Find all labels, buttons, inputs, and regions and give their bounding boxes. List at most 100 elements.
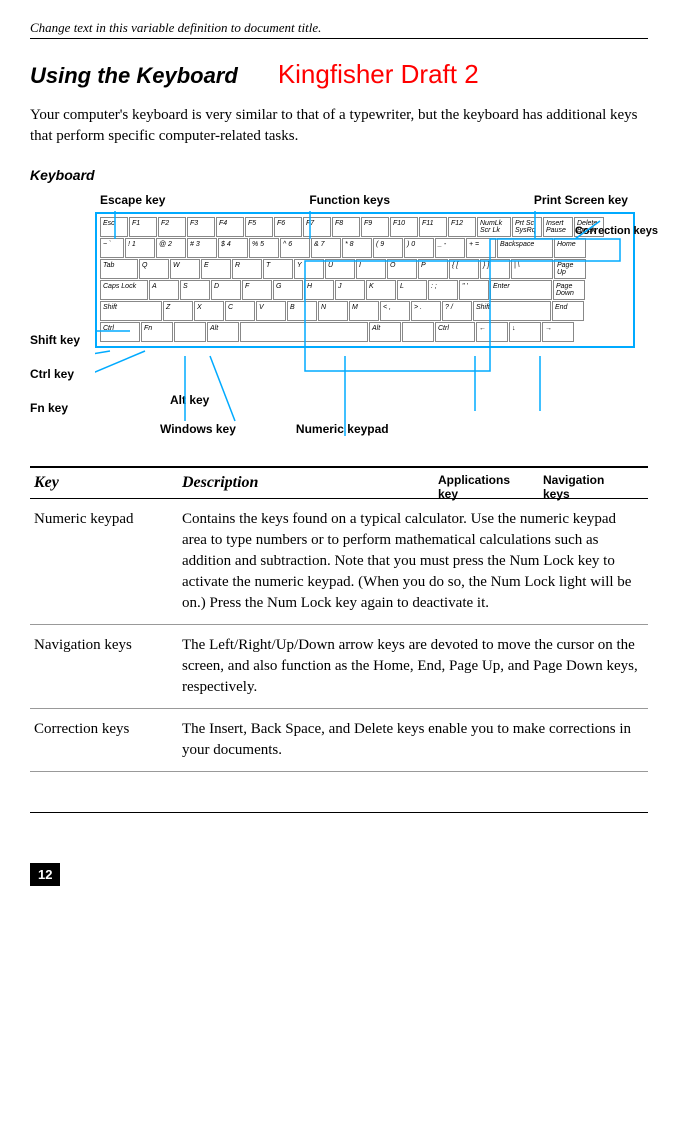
keyboard-key: $ 4 xyxy=(218,238,248,258)
keyboard-key: _ - xyxy=(435,238,465,258)
keyboard-key: F9 xyxy=(361,217,389,237)
keyboard-key: F6 xyxy=(274,217,302,237)
keyboard-key: C xyxy=(225,301,255,321)
keyboard-key: N xyxy=(318,301,348,321)
keyboard-key: + = xyxy=(466,238,496,258)
keyboard-key: Page Up xyxy=(554,259,586,279)
keyboard-key: F7 xyxy=(303,217,331,237)
keyboard-key: Prt Sc SysRq xyxy=(512,217,542,237)
keyboard-key: < , xyxy=(380,301,410,321)
printscreen-key-label: Print Screen key xyxy=(534,193,628,207)
table-header-key: Key xyxy=(30,467,178,499)
keyboard-key: > . xyxy=(411,301,441,321)
keyboard-key: F10 xyxy=(390,217,418,237)
keyboard-key: Shift xyxy=(100,301,162,321)
keyboard-key xyxy=(240,322,368,342)
keyboard-key: & 7 xyxy=(311,238,341,258)
correction-keys-label: Correction keys xyxy=(575,225,658,237)
applications-key-label: Applications key xyxy=(438,473,518,501)
keyboard-key: ? / xyxy=(442,301,472,321)
keyboard-key: G xyxy=(273,280,303,300)
navigation-keys-label: Navigation keys xyxy=(543,473,613,501)
keyboard-key: Esc xyxy=(100,217,128,237)
keyboard-key: ~ ` xyxy=(100,238,124,258)
keyboard-key: Caps Lock xyxy=(100,280,148,300)
windows-key-label: Windows key xyxy=(160,422,236,436)
keyboard-key: A xyxy=(149,280,179,300)
table-row: Numeric keypadContains the keys found on… xyxy=(30,499,648,625)
keyboard-key: Y xyxy=(294,259,324,279)
keyboard-key: U xyxy=(325,259,355,279)
keyboard-key: Alt xyxy=(207,322,239,342)
fn-key-label: Fn key xyxy=(30,401,80,415)
draft-label: Kingfisher Draft 2 xyxy=(278,59,479,90)
keyboard-key: V xyxy=(256,301,286,321)
keyboard-key xyxy=(174,322,206,342)
keyboard-key: W xyxy=(170,259,200,279)
keyboard-key: M xyxy=(349,301,379,321)
keyboard-key: Tab xyxy=(100,259,138,279)
keyboard-key: I xyxy=(356,259,386,279)
keyboard-key: F11 xyxy=(419,217,447,237)
section-title: Using the Keyboard xyxy=(30,63,238,89)
keyboard-key: T xyxy=(263,259,293,279)
keyboard-key: S xyxy=(180,280,210,300)
keyboard-key: D xyxy=(211,280,241,300)
keyboard-key: Alt xyxy=(369,322,401,342)
keyboard-subheading: Keyboard xyxy=(30,167,648,183)
keyboard-key: Insert Pause xyxy=(543,217,573,237)
keyboard-key: End xyxy=(552,301,584,321)
page-number: 12 xyxy=(30,863,60,886)
keyboard-key: R xyxy=(232,259,262,279)
keyboard-key: Ctrl xyxy=(435,322,475,342)
keyboard-key: X xyxy=(194,301,224,321)
intro-paragraph: Your computer's keyboard is very similar… xyxy=(30,105,648,147)
keyboard-key: * 8 xyxy=(342,238,372,258)
keyboard-key: ← xyxy=(476,322,508,342)
table-row: Navigation keysThe Left/Right/Up/Down ar… xyxy=(30,625,648,709)
keyboard-key: ! 1 xyxy=(125,238,155,258)
keyboard-key: F xyxy=(242,280,272,300)
keyboard-key: NumLk Scr Lk xyxy=(477,217,511,237)
table-cell-key: Navigation keys xyxy=(30,625,178,709)
function-keys-label: Function keys xyxy=(309,193,390,207)
keyboard-key: F8 xyxy=(332,217,360,237)
keyboard-key: Q xyxy=(139,259,169,279)
table-cell-key: Correction keys xyxy=(30,709,178,772)
keyboard-key: F3 xyxy=(187,217,215,237)
keyboard-key: % 5 xyxy=(249,238,279,258)
keyboard-key: Z xyxy=(163,301,193,321)
keyboard-key xyxy=(402,322,434,342)
keyboard-key: F5 xyxy=(245,217,273,237)
ctrl-key-label: Ctrl key xyxy=(30,367,80,381)
keyboard-key: K xyxy=(366,280,396,300)
keyboard-key: Enter xyxy=(490,280,552,300)
keyboard-key: Home xyxy=(554,238,586,258)
keyboard-key: | \ xyxy=(511,259,553,279)
keyboard-key: @ 2 xyxy=(156,238,186,258)
keyboard-key: E xyxy=(201,259,231,279)
keyboard-key: F2 xyxy=(158,217,186,237)
keyboard-key: F12 xyxy=(448,217,476,237)
keyboard-key: { [ xyxy=(449,259,479,279)
keyboard-key: } ] xyxy=(480,259,510,279)
table-cell-desc: The Insert, Back Space, and Delete keys … xyxy=(178,709,648,772)
keyboard-key: : ; xyxy=(428,280,458,300)
keyboard-key: ↓ xyxy=(509,322,541,342)
keyboard-key: ^ 6 xyxy=(280,238,310,258)
keyboard-diagram: Escape key Function keys Print Screen ke… xyxy=(30,193,648,436)
keyboard-key: ( 9 xyxy=(373,238,403,258)
alt-key-label: Alt key xyxy=(170,393,209,407)
table-cell-desc: Contains the keys found on a typical cal… xyxy=(178,499,648,625)
keyboard-key: O xyxy=(387,259,417,279)
keyboard-key: J xyxy=(335,280,365,300)
keyboard-key: P xyxy=(418,259,448,279)
keyboard-key: F4 xyxy=(216,217,244,237)
table-cell-key: Numeric keypad xyxy=(30,499,178,625)
table-row: Correction keysThe Insert, Back Space, a… xyxy=(30,709,648,772)
keyboard-key: # 3 xyxy=(187,238,217,258)
key-description-table: Key Description Numeric keypadContains t… xyxy=(30,466,648,772)
numeric-keypad-label: Numeric keypad xyxy=(296,422,389,436)
keyboard-key: " ' xyxy=(459,280,489,300)
keyboard-key: F1 xyxy=(129,217,157,237)
